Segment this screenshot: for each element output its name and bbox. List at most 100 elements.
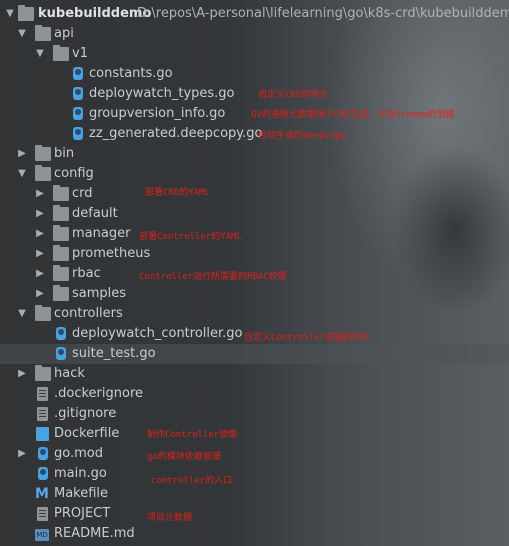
tree-label: suite_test.go bbox=[72, 346, 156, 361]
folder-icon bbox=[35, 365, 51, 381]
tree-row-bin[interactable]: ▶ bin bbox=[0, 144, 509, 164]
go-file-icon bbox=[38, 447, 48, 460]
go-file-icon bbox=[38, 467, 48, 480]
annotation-controller: 自定义Controller逻辑的地方 bbox=[244, 333, 371, 343]
chevron-down-icon[interactable]: ▼ bbox=[16, 164, 28, 184]
tree-row-root[interactable]: ▼ kubebuilddemo D:\repos\A-personal\life… bbox=[0, 4, 509, 24]
tree-label: README.md bbox=[54, 526, 135, 541]
folder-icon bbox=[53, 285, 69, 301]
chevron-right-icon[interactable]: ▶ bbox=[34, 264, 46, 284]
annotation-deepcopy: 自动生成的deepcopy bbox=[258, 131, 347, 141]
folder-icon bbox=[53, 45, 69, 61]
go-file-icon bbox=[73, 107, 83, 120]
tree-row-project[interactable]: PROJECT bbox=[0, 504, 509, 524]
tree-label: Makefile bbox=[54, 486, 109, 501]
folder-icon bbox=[53, 245, 69, 261]
folder-icon bbox=[53, 185, 69, 201]
chevron-right-icon[interactable]: ▶ bbox=[34, 244, 46, 264]
tree-row-api[interactable]: ▼ api bbox=[0, 24, 509, 44]
tree-label: deploywatch_types.go bbox=[89, 86, 235, 101]
chevron-right-icon[interactable]: ▶ bbox=[16, 144, 28, 164]
annotation-maingo: controller的入口 bbox=[151, 476, 233, 486]
tree-row-dockerignore[interactable]: .dockerignore bbox=[0, 384, 509, 404]
chevron-down-icon[interactable]: ▼ bbox=[16, 304, 28, 324]
go-file-icon bbox=[73, 127, 83, 140]
annotation-rbac: Controller运行所需要的RBAC权限 bbox=[139, 272, 287, 282]
folder-icon bbox=[35, 165, 51, 181]
tree-row-suite-test[interactable]: suite_test.go bbox=[0, 344, 509, 364]
folder-icon bbox=[53, 265, 69, 281]
tree-row-controllers[interactable]: ▼ controllers bbox=[0, 304, 509, 324]
annotation-project: 项目元数据 bbox=[147, 513, 193, 523]
project-name: kubebuilddemo bbox=[38, 6, 152, 21]
tree-row-deploywatch-types[interactable]: deploywatch_types.go bbox=[0, 84, 509, 104]
tree-row-zz-generated[interactable]: zz_generated.deepcopy.go bbox=[0, 124, 509, 144]
annotation-crd: 部署CRD的YAML bbox=[145, 188, 210, 198]
tree-label: v1 bbox=[72, 46, 88, 61]
file-icon bbox=[37, 407, 48, 421]
tree-row-v1[interactable]: ▼ v1 bbox=[0, 44, 509, 64]
chevron-right-icon[interactable]: ▶ bbox=[34, 204, 46, 224]
annotation-gomod: go的模块依赖管理 bbox=[147, 452, 221, 462]
tree-row-gomod[interactable]: ▶ go.mod bbox=[0, 444, 509, 464]
tree-label: config bbox=[54, 166, 94, 181]
annotation-groupversion: GV的通用元数据用于CRD生成，以及Schema的创建 bbox=[251, 110, 455, 120]
tree-label: constants.go bbox=[89, 66, 173, 81]
chevron-down-icon[interactable]: ▼ bbox=[4, 4, 16, 24]
tree-row-crd[interactable]: ▶ crd bbox=[0, 184, 509, 204]
tree-row-constants[interactable]: constants.go bbox=[0, 64, 509, 84]
docker-file-icon bbox=[36, 427, 49, 441]
file-icon bbox=[37, 507, 48, 521]
tree-row-dockerfile[interactable]: Dockerfile bbox=[0, 424, 509, 444]
tree-row-prometheus[interactable]: ▶ prometheus bbox=[0, 244, 509, 264]
chevron-right-icon[interactable]: ▶ bbox=[34, 284, 46, 304]
folder-icon bbox=[35, 305, 51, 321]
tree-label: deploywatch_controller.go bbox=[72, 326, 243, 341]
tree-label: api bbox=[54, 26, 74, 41]
tree-label: samples bbox=[72, 286, 127, 301]
tree-label: zz_generated.deepcopy.go bbox=[89, 126, 263, 141]
tree-label: default bbox=[72, 206, 118, 221]
tree-row-config[interactable]: ▼ config bbox=[0, 164, 509, 184]
tree-row-makefile[interactable]: M Makefile bbox=[0, 484, 509, 504]
file-icon bbox=[37, 387, 48, 401]
folder-icon bbox=[35, 145, 51, 161]
tree-label: bin bbox=[54, 146, 75, 161]
go-file-icon bbox=[73, 67, 83, 80]
makefile-icon: M bbox=[35, 486, 49, 502]
tree-row-hack[interactable]: ▶ hack bbox=[0, 364, 509, 384]
tree-label: crd bbox=[72, 186, 93, 201]
tree-label: .gitignore bbox=[54, 406, 117, 421]
go-file-icon bbox=[73, 87, 83, 100]
tree-label: prometheus bbox=[72, 246, 151, 261]
tree-row-manager[interactable]: ▶ manager bbox=[0, 224, 509, 244]
tree-label: .dockerignore bbox=[54, 386, 144, 401]
tree-row-maingo[interactable]: main.go bbox=[0, 464, 509, 484]
chevron-down-icon[interactable]: ▼ bbox=[16, 24, 28, 44]
tree-row-readme[interactable]: MD README.md bbox=[0, 524, 509, 544]
tree-row-default[interactable]: ▶ default bbox=[0, 204, 509, 224]
annotation-manager: 部署Controller的YAML bbox=[139, 232, 242, 242]
tree-label: manager bbox=[72, 226, 131, 241]
chevron-right-icon[interactable]: ▶ bbox=[34, 184, 46, 204]
tree-label: hack bbox=[54, 366, 85, 381]
tree-label: main.go bbox=[54, 466, 107, 481]
folder-icon bbox=[53, 205, 69, 221]
annotation-types: 自定义CRD的地方 bbox=[258, 90, 329, 100]
chevron-right-icon[interactable]: ▶ bbox=[16, 364, 28, 384]
chevron-right-icon[interactable]: ▶ bbox=[34, 224, 46, 244]
project-path: D:\repos\A-personal\lifelearning\go\k8s-… bbox=[137, 6, 509, 21]
tree-row-samples[interactable]: ▶ samples bbox=[0, 284, 509, 304]
tree-label: PROJECT bbox=[54, 506, 111, 521]
markdown-icon: MD bbox=[35, 529, 49, 541]
chevron-right-icon[interactable]: ▶ bbox=[16, 444, 28, 464]
tree-label: go.mod bbox=[54, 446, 103, 461]
tree-row-gitignore[interactable]: .gitignore bbox=[0, 404, 509, 424]
annotation-dockerfile: 制作Controller镜像 bbox=[147, 430, 238, 440]
go-file-icon bbox=[56, 347, 66, 360]
go-file-icon bbox=[56, 327, 66, 340]
chevron-down-icon[interactable]: ▼ bbox=[34, 44, 46, 64]
folder-icon bbox=[18, 5, 34, 21]
folder-icon bbox=[35, 25, 51, 41]
tree-label: controllers bbox=[54, 306, 123, 321]
